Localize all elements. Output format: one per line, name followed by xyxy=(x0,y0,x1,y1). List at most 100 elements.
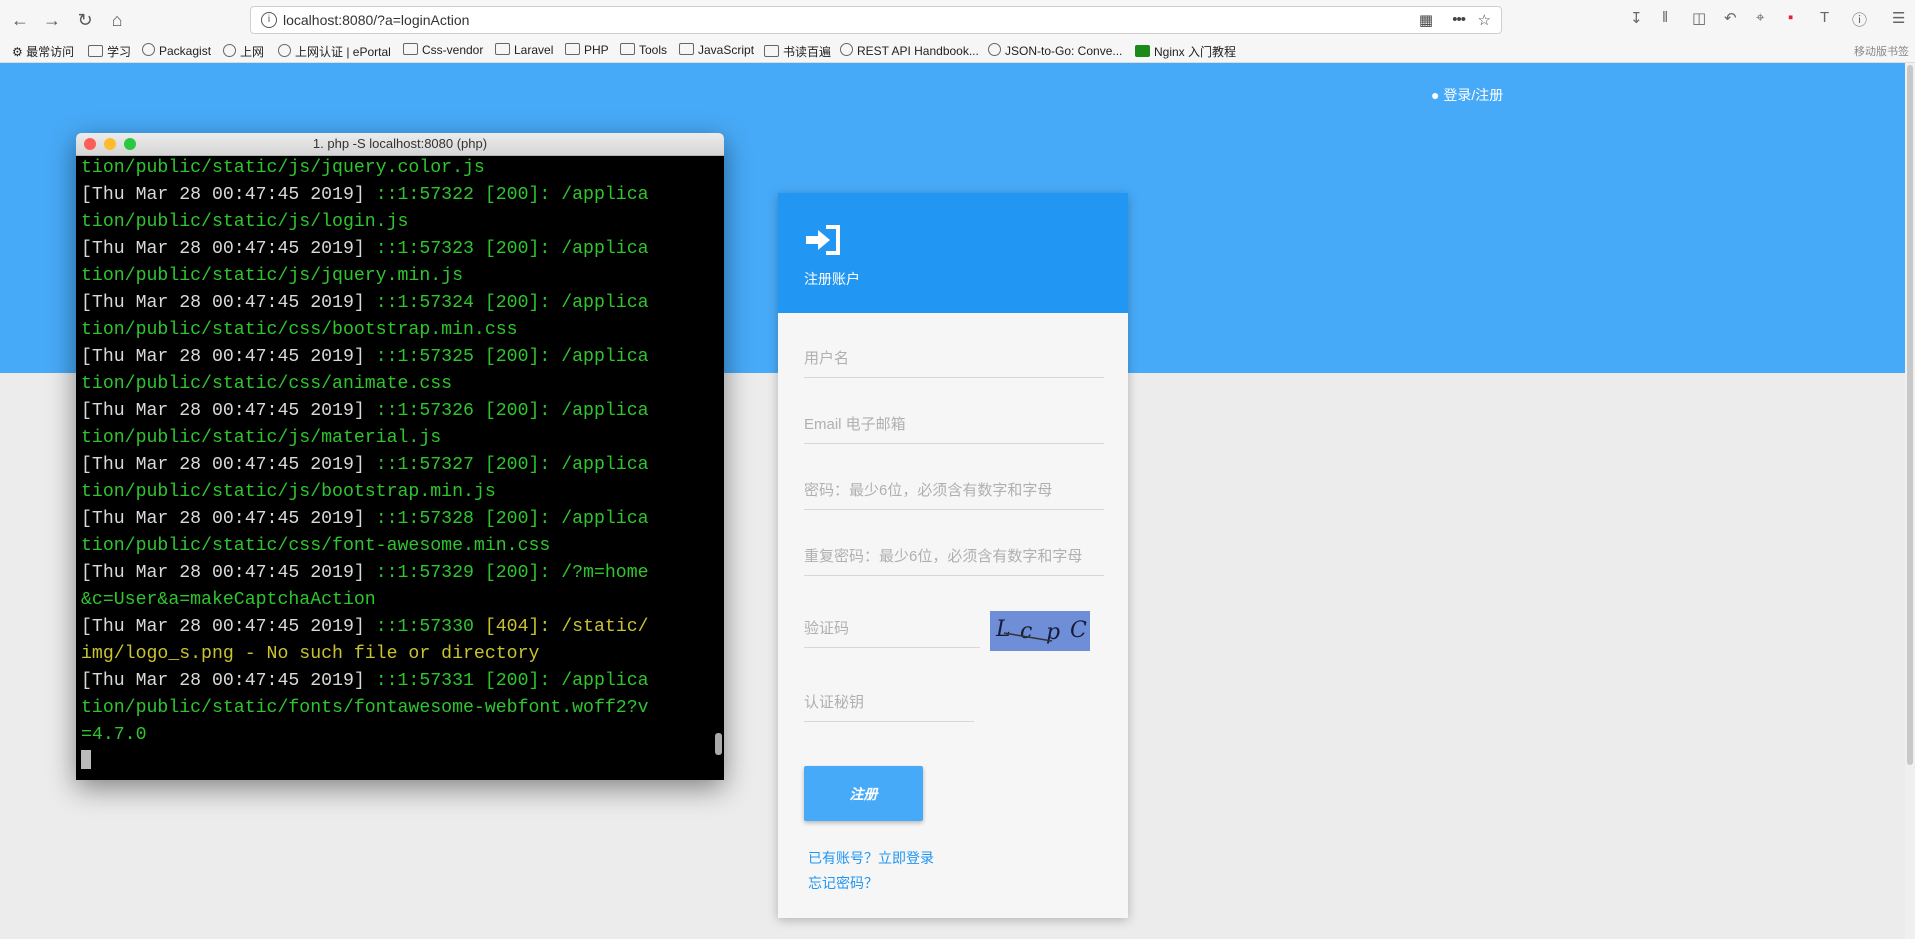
terminal-text: =4.7.0 xyxy=(81,725,147,745)
bookmark-item[interactable]: JSON-to-Go: Conve... xyxy=(988,43,1122,58)
bookmark-item[interactable]: Tools xyxy=(620,43,667,57)
password-input[interactable] xyxy=(804,473,1104,507)
email-field xyxy=(804,407,1104,444)
secret-key-input[interactable] xyxy=(804,685,974,719)
bookmark-item[interactable]: Packagist xyxy=(142,43,211,58)
terminal-scrollbar[interactable] xyxy=(715,733,722,755)
bookmark-item[interactable]: REST API Handbook... xyxy=(840,43,979,58)
sign-in-icon xyxy=(806,225,840,255)
terminal-text: ::1:57331 [200]: /applica xyxy=(375,671,649,691)
bookmark-item[interactable]: PHP xyxy=(565,43,609,57)
bookmark-item[interactable]: JavaScript xyxy=(679,43,754,57)
terminal-text: ::1:57324 [200]: /applica xyxy=(375,293,649,313)
folder-icon xyxy=(679,43,694,55)
terminal-line: [Thu Mar 28 00:47:45 2019] ::1:57331 [20… xyxy=(81,668,711,695)
terminal-line: [Thu Mar 28 00:47:45 2019] ::1:57329 [20… xyxy=(81,560,711,587)
menu-icon[interactable]: ☰ xyxy=(1892,9,1905,27)
page-actions-icon[interactable]: ••• xyxy=(1452,11,1466,28)
bookmark-label: PHP xyxy=(584,43,609,57)
register-button[interactable]: 注册 xyxy=(804,766,923,821)
terminal-titlebar[interactable]: 1. php -S localhost:8080 (php) xyxy=(76,133,724,156)
mobile-bookmarks[interactable]: 移动版书签 xyxy=(1854,43,1909,59)
bookmark-item[interactable]: Laravel xyxy=(495,43,553,57)
back-arrow-icon[interactable]: ← xyxy=(8,8,32,32)
terminal-text: [Thu Mar 28 00:47:45 2019] xyxy=(81,347,376,367)
terminal-line: [Thu Mar 28 00:47:45 2019] ::1:57324 [20… xyxy=(81,290,711,317)
login-register-link[interactable]: ● 登录/注册 xyxy=(1431,85,1503,105)
folder-icon xyxy=(620,43,635,55)
terminal-line: [Thu Mar 28 00:47:45 2019] ::1:57326 [20… xyxy=(81,398,711,425)
folder-icon xyxy=(88,45,103,57)
terminal-text: tion/public/static/js/material.js xyxy=(81,428,442,448)
terminal-text: tion/public/static/css/font-awesome.min.… xyxy=(81,536,551,556)
bookmarks-bar: ⚙ 最常访问 学习 Packagist 上网 上网认证 | ePortal Cs… xyxy=(0,40,1915,63)
terminal-text: tion/public/static/css/animate.css xyxy=(81,374,453,394)
captcha-image[interactable]: L c p C xyxy=(990,611,1090,651)
secret-key-field xyxy=(804,685,974,722)
bookmark-item[interactable]: 学习 xyxy=(88,43,131,60)
bookmark-label: Laravel xyxy=(514,43,554,57)
minimize-window-icon[interactable] xyxy=(104,138,116,150)
address-bar[interactable]: i localhost:8080/?a=loginAction ▦ ••• ☆ xyxy=(250,6,1502,34)
bookmark-item[interactable]: 上网认证 | ePortal xyxy=(278,43,391,60)
bookmark-label: REST API Handbook... xyxy=(857,44,979,58)
ublock-icon[interactable]: ▪ xyxy=(1788,9,1793,26)
bookmark-item[interactable]: 书读百遍 xyxy=(764,43,831,60)
username-input[interactable] xyxy=(804,341,1104,375)
password-field xyxy=(804,473,1104,510)
url-text: localhost:8080/?a=loginAction xyxy=(283,12,470,28)
terminal-line: tion/public/static/js/material.js xyxy=(81,425,711,452)
terminal-text: ::1:57330 xyxy=(375,617,485,637)
terminal-text: tion/public/static/js/jquery.min.js xyxy=(81,266,463,286)
terminal-text: ::1:57327 [200]: /applica xyxy=(375,455,649,475)
register-card-header: 注册账户 xyxy=(778,193,1128,313)
globe-icon xyxy=(223,44,236,57)
captcha-field xyxy=(804,611,980,648)
qr-code-icon[interactable]: ▦ xyxy=(1419,11,1433,29)
bookmark-label: 学习 xyxy=(107,45,132,59)
terminal-line: [Thu Mar 28 00:47:45 2019] ::1:57323 [20… xyxy=(81,236,711,263)
bookmark-item[interactable]: ⚙ 最常访问 xyxy=(12,43,74,60)
terminal-line: tion/public/static/js/bootstrap.min.js xyxy=(81,479,711,506)
bookmark-item[interactable]: Nginx 入门教程 xyxy=(1135,43,1236,60)
close-window-icon[interactable] xyxy=(84,138,96,150)
text-extension-icon[interactable]: T xyxy=(1820,9,1829,26)
info-extension-icon[interactable]: ⓘ xyxy=(1852,9,1867,30)
nginx-icon xyxy=(1135,45,1150,57)
login-register-label: 登录/注册 xyxy=(1443,87,1504,103)
terminal-text: ::1:57329 [200]: /?m=home xyxy=(375,563,649,583)
terminal-line: tion/public/static/css/bootstrap.min.css xyxy=(81,317,711,344)
email-input[interactable] xyxy=(804,407,1104,441)
terminal-text: [Thu Mar 28 00:47:45 2019] xyxy=(81,401,376,421)
zoom-window-icon[interactable] xyxy=(124,138,136,150)
bookmark-star-icon[interactable]: ☆ xyxy=(1478,11,1491,29)
library-icon[interactable]: ‖ xyxy=(1662,9,1668,26)
forward-arrow-icon[interactable]: → xyxy=(40,8,64,32)
password-repeat-field xyxy=(804,539,1104,576)
download-icon[interactable]: ↧ xyxy=(1630,9,1643,27)
site-info-icon[interactable]: i xyxy=(261,12,277,28)
reload-icon[interactable]: ↻ xyxy=(73,8,97,32)
password-repeat-input[interactable] xyxy=(804,539,1104,573)
undo-icon[interactable]: ↶ xyxy=(1724,9,1737,27)
page-scrollbar[interactable] xyxy=(1905,63,1915,939)
crop-icon[interactable]: ⌖ xyxy=(1756,9,1764,26)
terminal-cursor xyxy=(81,750,91,769)
terminal-window[interactable]: 1. php -S localhost:8080 (php) tion/publ… xyxy=(76,133,724,780)
scrollbar-thumb[interactable] xyxy=(1907,65,1913,765)
terminal-text: tion/public/static/css/bootstrap.min.css xyxy=(81,320,518,340)
sidebar-icon[interactable]: ◫ xyxy=(1692,9,1706,27)
bookmark-item[interactable]: Css-vendor xyxy=(403,43,483,57)
bookmark-label: Nginx 入门教程 xyxy=(1154,45,1237,59)
home-icon[interactable]: ⌂ xyxy=(105,8,129,32)
folder-icon xyxy=(565,43,580,55)
terminal-text: [Thu Mar 28 00:47:45 2019] xyxy=(81,563,376,583)
terminal-text: [Thu Mar 28 00:47:45 2019] xyxy=(81,509,376,529)
terminal-line: &c=User&a=makeCaptchaAction xyxy=(81,587,711,614)
login-now-link[interactable]: 已有账号？立即登录 xyxy=(808,848,934,868)
forgot-password-link[interactable]: 忘记密码？ xyxy=(808,873,878,893)
terminal-text: ::1:57322 [200]: /applica xyxy=(375,185,649,205)
captcha-input[interactable] xyxy=(804,611,980,645)
bookmark-item[interactable]: 上网 xyxy=(223,43,264,60)
terminal-line: [Thu Mar 28 00:47:45 2019] ::1:57330 [40… xyxy=(81,614,711,641)
